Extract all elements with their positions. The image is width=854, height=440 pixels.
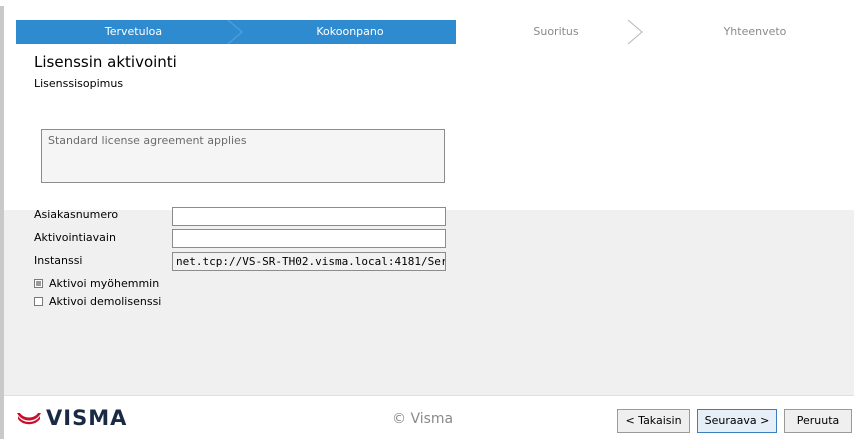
customer-number-input[interactable]	[172, 207, 446, 226]
license-agreement-text[interactable]: Standard license agreement applies	[41, 129, 445, 183]
activate-demo-label: Aktivoi demolisenssi	[49, 295, 162, 308]
instance-label: Instanssi	[34, 254, 83, 267]
wizard-steps: Tervetuloa Kokoonpano Suoritus Yhteenvet…	[16, 20, 854, 44]
page-subtitle: Lisenssisopimus	[34, 77, 124, 90]
step-divider-1	[227, 20, 243, 44]
activation-key-label: Aktivointiavain	[34, 231, 116, 244]
activate-demo-row[interactable]: Aktivoi demolisenssi	[34, 295, 161, 308]
visma-logo-text: VISMA	[46, 406, 128, 430]
step-divider-3	[627, 20, 643, 44]
activate-later-label: Aktivoi myöhemmin	[49, 277, 160, 290]
visma-logo: VISMA	[16, 404, 127, 432]
activation-key-input[interactable]	[172, 229, 446, 248]
page-title: Lisenssin aktivointi	[34, 53, 177, 71]
title-line	[0, 0, 854, 6]
customer-number-label: Asiakasnumero	[34, 208, 119, 221]
copyright-text: © Visma	[392, 411, 454, 427]
activate-later-row[interactable]: Aktivoi myöhemmin	[34, 277, 159, 290]
back-button[interactable]: < Takaisin	[617, 409, 690, 433]
activate-later-checkbox[interactable]	[34, 279, 43, 288]
activate-demo-checkbox[interactable]	[34, 297, 43, 306]
next-button[interactable]: Seuraava >	[697, 409, 777, 433]
visma-logo-icon	[17, 413, 41, 425]
step-dividers	[227, 20, 643, 44]
step-divider-2	[437, 20, 453, 44]
instance-input[interactable]: net.tcp://VS-SR-TH02.visma.local:4181/Se…	[172, 252, 446, 271]
cancel-button[interactable]: Peruuta	[784, 409, 852, 433]
